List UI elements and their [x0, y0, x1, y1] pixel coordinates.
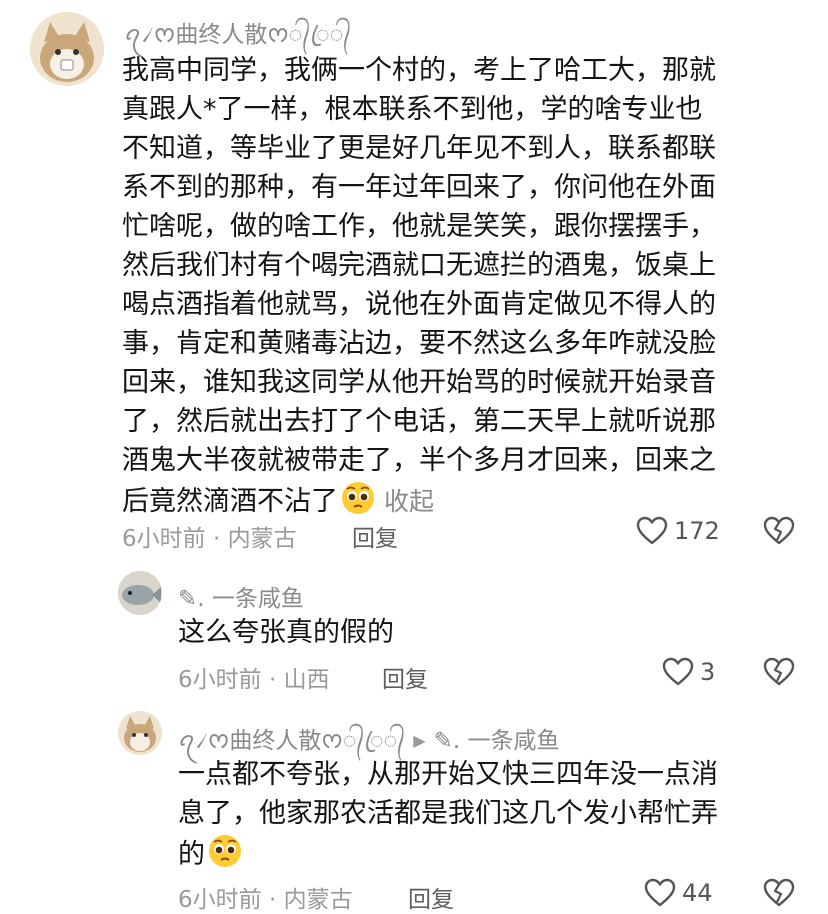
broken-heart-icon	[763, 878, 795, 907]
like-button[interactable]: 172	[636, 516, 720, 546]
comment-line: 我高中同学，我俩一个村的，考上了哈工大，那就	[122, 55, 716, 86]
like-button[interactable]: 3	[662, 657, 715, 687]
dislike-button[interactable]	[762, 878, 796, 912]
comment-meta: 6小时前 · 内蒙古	[122, 526, 297, 552]
reply-comment: ✎. 一条咸鱼 这么夸张真的假的 6小时前 · 山西 回复 3	[0, 560, 828, 700]
comment-meta: 6小时前 · 内蒙古	[178, 887, 353, 913]
comment-line: 后竟然滴酒不沾了	[122, 486, 338, 517]
comment-line: 的	[178, 839, 205, 870]
username[interactable]: ✎. 一条咸鱼	[178, 579, 304, 613]
heart-outline-icon	[662, 657, 694, 686]
reply-to-username[interactable]: ✎. 一条咸鱼	[434, 728, 560, 754]
comment-text: 我高中同学，我俩一个村的，考上了哈工大，那就 真跟人*了一样，根本联系不到他，学…	[122, 51, 812, 527]
dislike-button[interactable]	[762, 516, 796, 550]
comment-line: 系不到的那种，有一年过年回来了，你问他在外面	[122, 172, 716, 203]
comment-line: 了，然后就出去打了个电话，第二天早上就听说那	[122, 406, 716, 437]
reply-button[interactable]: 回复	[408, 880, 454, 914]
comment-meta: 6小时前 · 山西	[178, 667, 330, 693]
reply-button[interactable]: 回复	[352, 519, 398, 553]
comment-line: 酒鬼大半夜就被带走了，半个多月才回来，回来之	[122, 445, 716, 476]
comment-line: 不知道，等毕业了更是好几年见不到人，联系都联	[122, 133, 716, 164]
broken-heart-icon	[763, 657, 795, 686]
comment-line: 真跟人*了一样，根本联系不到他，学的啥专业也	[122, 94, 703, 125]
username[interactable]: ꪖ৴ᰔ曲终人散ᰔ᭄ꦿ᭄	[178, 728, 405, 754]
avatar[interactable]	[118, 571, 162, 615]
like-count: 3	[700, 658, 716, 686]
comment-text: 这么夸张真的假的	[178, 617, 394, 648]
comment-last-line: 的	[178, 833, 808, 880]
reply-button[interactable]: 回复	[382, 660, 428, 694]
dislike-button[interactable]	[762, 657, 796, 691]
comment-line: 喝点酒指着他就骂，说他在外面肯定做见不得人的	[122, 289, 716, 320]
like-button[interactable]: 44	[644, 878, 713, 908]
reply-arrow-icon: ▶	[413, 731, 426, 750]
avatar[interactable]	[30, 12, 104, 86]
heart-outline-icon	[644, 878, 676, 907]
comment-line: 忙啥呢，做的啥工作，他就是笑笑，跟你摆摆手，	[122, 211, 716, 242]
cat-avatar-image	[118, 711, 162, 755]
like-count: 172	[674, 517, 720, 545]
like-count: 44	[682, 879, 713, 907]
reply-comment: ꪖ৴ᰔ曲终人散ᰔ᭄ꦿ᭄ ▶ ✎. 一条咸鱼 一点都不夸张，从那开始又快三四年没一点消…	[0, 700, 828, 913]
comment-text: 一点都不夸张，从那开始又快三四年没一点消 息了，他家那农活都是我们这几个发小帮忙…	[178, 755, 808, 880]
cat-avatar-image	[30, 12, 104, 86]
comment-line: 回来，谁知我这同学从他开始骂的时候就开始录音	[122, 367, 716, 398]
main-comment: ꪖ৴ᰔ曲终人散ᰔ᭄ꦿ᭄ 我高中同学，我俩一个村的，考上了哈工大，那就 真跟人*了…	[0, 0, 828, 560]
fish-avatar-image	[118, 571, 162, 615]
collapse-button[interactable]: 收起	[384, 487, 434, 516]
comment-line: 然后我们村有个喝完酒就口无遮拦的酒鬼，饭桌上	[122, 250, 716, 281]
comment-line: 事，肯定和黄赌毒沾边，要不然这么多年咋就没脸	[122, 328, 716, 359]
avatar[interactable]	[118, 711, 162, 755]
broken-heart-icon	[763, 516, 795, 545]
pleading-face-emoji	[207, 833, 243, 880]
heart-outline-icon	[636, 516, 668, 545]
comment-line: 息了，他家那农活都是我们这几个发小帮忙弄	[178, 798, 718, 829]
comment-line: 一点都不夸张，从那开始又快三四年没一点消	[178, 759, 718, 790]
